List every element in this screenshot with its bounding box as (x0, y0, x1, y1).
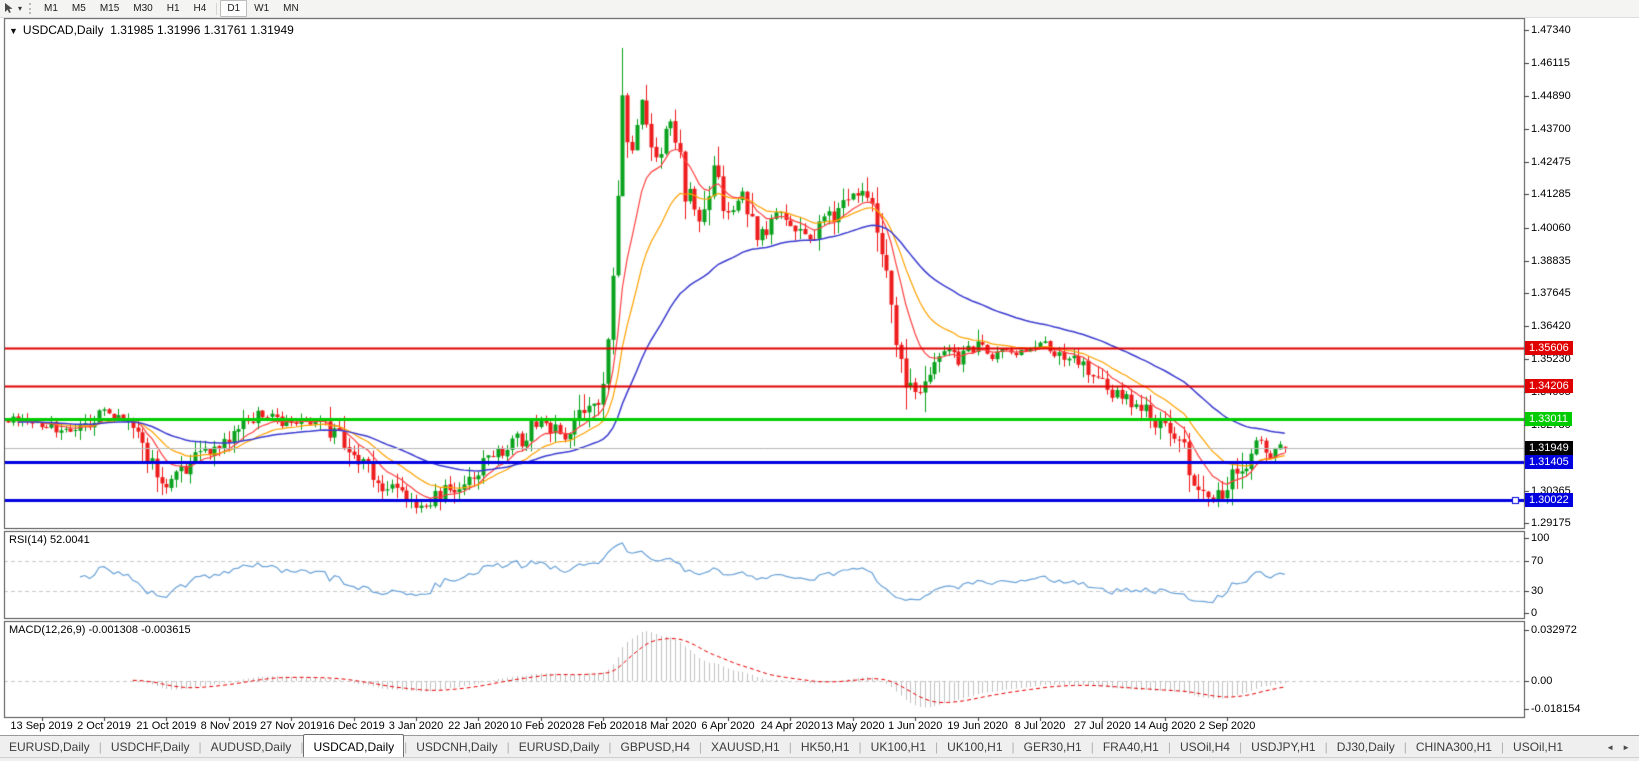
chart-dropdown-icon[interactable]: ▼ (9, 26, 18, 36)
timeframe-mn[interactable]: MN (276, 0, 306, 17)
macd-axis-tick: -0.018154 (1531, 703, 1581, 715)
price-axis-tick: 1.40060 (1531, 222, 1571, 234)
level-price-label: 1.34206 (1525, 379, 1573, 393)
chart-ohlc-values: 1.31985 1.31996 1.31761 1.31949 (110, 23, 294, 37)
timeframe-buttons: M1M5M15M30H1H4 D1W1MN (37, 0, 306, 17)
date-axis-label: 2 Oct 2019 (77, 720, 131, 732)
price-axis-tick: 1.42475 (1531, 156, 1571, 168)
tab-usdcad-daily[interactable]: USDCAD,Daily (303, 734, 404, 758)
date-axis-label: 3 Jan 2020 (389, 720, 443, 732)
tab-usoil-h1[interactable]: USOil,H1 (1504, 736, 1572, 758)
dropdown-caret-icon: ▾ (18, 4, 22, 13)
tab-ger30-h1[interactable]: GER30,H1 (1015, 736, 1091, 758)
tab-scroll-right-icon[interactable]: ► (1622, 743, 1630, 752)
toolbar-grip (29, 3, 31, 14)
timeframe-m30[interactable]: M30 (126, 0, 159, 17)
rsi-axis-tick: 100 (1531, 532, 1549, 544)
date-axis-label: 8 Jul 2020 (1015, 720, 1066, 732)
chart-canvas[interactable] (0, 0, 1639, 761)
price-axis-tick: 1.47340 (1531, 24, 1571, 36)
tab-usdjpy-h1[interactable]: USDJPY,H1 (1242, 736, 1324, 758)
date-axis-label: 2 Sep 2020 (1199, 720, 1255, 732)
tab-eurusd-daily[interactable]: EURUSD,Daily (0, 736, 99, 758)
chart-symbol-period: USDCAD,Daily (23, 23, 104, 37)
tab-usoil-h4[interactable]: USOil,H4 (1171, 736, 1239, 758)
rsi-axis-tick: 30 (1531, 585, 1543, 597)
timeframe-m5[interactable]: M5 (65, 0, 93, 17)
price-axis-tick: 1.43700 (1531, 123, 1571, 135)
tab-xauusd-h1[interactable]: XAUUSD,H1 (702, 736, 789, 758)
date-axis-label: 1 Jun 2020 (888, 720, 942, 732)
tab-list: EURUSD,Daily|USDCHF,Daily|AUDUSD,Daily|U… (0, 736, 1572, 758)
trading-terminal: ▾ M1M5M15M30H1H4 D1W1MN ▼ USDCAD,Daily 1.3… (0, 0, 1639, 761)
level-price-label: 1.31405 (1525, 455, 1573, 469)
tab-hk50-h1[interactable]: HK50,H1 (792, 736, 859, 758)
toolbar-separator (216, 3, 217, 15)
tab-uk100-h1[interactable]: UK100,H1 (938, 736, 1011, 758)
price-axis-tick: 1.46115 (1531, 57, 1570, 69)
date-axis-label: 6 Apr 2020 (701, 720, 754, 732)
chart-title: ▼ USDCAD,Daily 1.31985 1.31996 1.31761 1.… (9, 23, 294, 37)
date-axis-label: 22 Jan 2020 (448, 720, 509, 732)
timeframe-d1[interactable]: D1 (220, 0, 247, 17)
level-price-label: 1.35606 (1525, 341, 1573, 355)
timeframe-m15[interactable]: M15 (93, 0, 126, 17)
date-axis-label: 14 Aug 2020 (1134, 720, 1196, 732)
price-axis-tick: 1.36420 (1531, 320, 1571, 332)
chart-tabs-bar: EURUSD,Daily|USDCHF,Daily|AUDUSD,Daily|U… (0, 735, 1639, 758)
tab-audusd-daily[interactable]: AUDUSD,Daily (202, 736, 301, 758)
macd-label: MACD(12,26,9) -0.001308 -0.003615 (9, 624, 191, 636)
date-axis-label: 13 May 2020 (821, 720, 885, 732)
date-axis-label: 18 Mar 2020 (635, 720, 697, 732)
date-axis-label: 8 Nov 2019 (201, 720, 257, 732)
level-price-label: 1.33011 (1525, 412, 1572, 426)
date-axis-label: 27 Jul 2020 (1074, 720, 1131, 732)
cursor-icon (3, 2, 16, 15)
toolbar: ▾ M1M5M15M30H1H4 D1W1MN (0, 0, 1639, 18)
tab-usdchf-daily[interactable]: USDCHF,Daily (102, 736, 199, 758)
timeframe-w1[interactable]: W1 (247, 0, 276, 17)
price-axis-tick: 1.38835 (1531, 255, 1571, 267)
status-strip (0, 757, 1639, 761)
timeframe-h4[interactable]: H4 (187, 0, 214, 17)
current-price-label: 1.31949 (1525, 441, 1573, 455)
rsi-axis-tick: 0 (1531, 607, 1537, 619)
draw-tool-button[interactable]: ▾ (0, 1, 25, 16)
date-axis-label: 21 Oct 2019 (136, 720, 196, 732)
date-axis-label: 19 Jun 2020 (947, 720, 1008, 732)
date-axis-label: 27 Nov 2019 (260, 720, 322, 732)
tab-usdcnh-daily[interactable]: USDCNH,Daily (407, 736, 506, 758)
tab-gbpusd-h4[interactable]: GBPUSD,H4 (612, 736, 699, 758)
price-axis-tick: 1.29175 (1531, 517, 1571, 529)
tab-scroll-arrows: ◄ ► (1597, 736, 1639, 758)
tab-china300-h1[interactable]: CHINA300,H1 (1407, 736, 1501, 758)
date-axis-label: 10 Feb 2020 (510, 720, 572, 732)
price-axis-tick: 1.44890 (1531, 90, 1571, 102)
rsi-label: RSI(14) 52.0041 (9, 534, 90, 546)
rsi-axis-tick: 70 (1531, 555, 1543, 567)
price-axis-tick: 1.37645 (1531, 287, 1571, 299)
tab-eurusd-daily[interactable]: EURUSD,Daily (510, 736, 609, 758)
date-axis-label: 28 Feb 2020 (572, 720, 634, 732)
tab-scroll-left-icon[interactable]: ◄ (1606, 743, 1614, 752)
date-axis-label: 13 Sep 2019 (10, 720, 72, 732)
macd-axis-tick: 0.032972 (1531, 624, 1577, 636)
level-price-label: 1.30022 (1525, 493, 1573, 507)
timeframe-h1[interactable]: H1 (160, 0, 187, 17)
tab-dj30-daily[interactable]: DJ30,Daily (1328, 736, 1404, 758)
date-axis-label: 24 Apr 2020 (761, 720, 820, 732)
timeframe-m1[interactable]: M1 (37, 0, 65, 17)
tab-fra40-h1[interactable]: FRA40,H1 (1094, 736, 1168, 758)
tab-uk100-h1[interactable]: UK100,H1 (862, 736, 935, 758)
macd-axis-tick: 0.00 (1531, 675, 1552, 687)
price-axis-tick: 1.41285 (1531, 188, 1571, 200)
date-axis-label: 16 Dec 2019 (322, 720, 384, 732)
